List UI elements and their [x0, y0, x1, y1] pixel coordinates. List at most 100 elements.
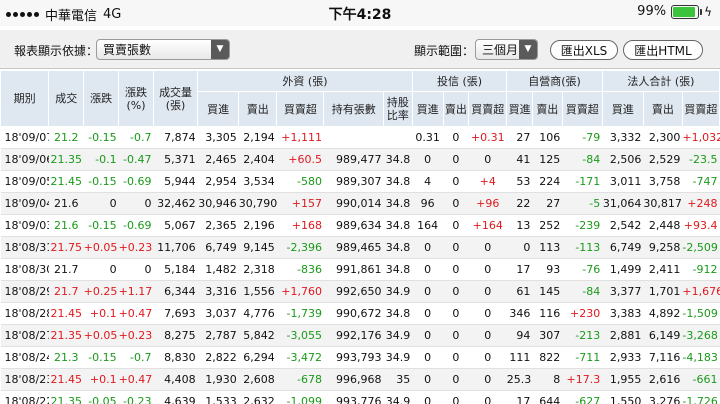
- cell-trust-net: 0: [468, 390, 507, 404]
- cell-total-buy: 2,881: [602, 324, 644, 347]
- table-row[interactable]: 18'08/23 21.45 +0.1 +0.47 4,408 1,930 2,608 -67…: [0, 368, 720, 391]
- export-xls-button[interactable]: 匯出XLS: [550, 40, 618, 60]
- header-total-buy: 買進: [601, 91, 644, 127]
- cell-total-net: -2,509: [682, 236, 720, 259]
- cell-dealer-buy: 94: [506, 324, 533, 347]
- cell-total-buy: 3,011: [602, 170, 644, 193]
- cell-total-net: -3,268: [682, 324, 720, 347]
- cell-period: 18'09/07: [0, 126, 49, 149]
- cell-dealer-sell: 106: [532, 126, 563, 149]
- cell-foreign-buy: 2,365: [197, 214, 239, 237]
- cell-dealer-sell: 125: [532, 148, 563, 171]
- cell-volume: 6,344: [153, 280, 198, 303]
- cell-total-net: +248: [682, 192, 720, 215]
- chevron-down-icon: ▼: [519, 40, 537, 59]
- cell-dealer-buy: 0: [506, 236, 533, 259]
- cell-trust-buy: 0: [412, 236, 444, 259]
- cell-dealer-net: -5: [562, 192, 603, 215]
- cell-total-sell: 3,758: [643, 170, 683, 193]
- cell-trust-net: +164: [468, 214, 507, 237]
- cell-foreign-buy: 3,316: [197, 280, 239, 303]
- cell-dealer-buy: 25.3: [506, 368, 533, 391]
- cell-change-pct: +0.23: [118, 324, 154, 347]
- report-basis-select[interactable]: 買賣張數 ▼: [96, 39, 230, 60]
- cell-trust-net: 0: [468, 346, 507, 369]
- cell-close: 21.45: [48, 302, 84, 325]
- cell-dealer-sell: 307: [532, 324, 563, 347]
- cell-trust-buy: 0.31: [412, 126, 444, 149]
- cell-foreign-buy: 1,930: [197, 368, 239, 391]
- cell-foreign-sell: 2,196: [238, 214, 277, 237]
- table-row[interactable]: 18'08/29 21.7 +0.25 +1.17 6,344 3,316 1,556 +1,…: [0, 280, 720, 303]
- header-dealer: 自營商(張): [506, 70, 603, 92]
- cell-total-net: -1,726: [682, 390, 720, 404]
- cell-foreign-net: -3,472: [276, 346, 324, 369]
- cell-trust-net: 0: [468, 280, 507, 303]
- table-row[interactable]: 18'08/24 21.3 -0.15 -0.7 8,830 2,822 6,294 -3,4…: [0, 346, 720, 369]
- cell-total-sell: 2,300: [643, 126, 683, 149]
- table-row[interactable]: 18'08/22 21.35 -0.05 -0.23 4,639 1,533 2,632 -1…: [0, 390, 720, 404]
- range-value: 三個月: [482, 43, 519, 57]
- cell-total-buy: 2,542: [602, 214, 644, 237]
- cell-foreign-holding: 989,307: [323, 170, 384, 193]
- battery-icon: [671, 4, 703, 19]
- cell-total-net: -747: [682, 170, 720, 193]
- header-foreign-net: 買賣超: [276, 91, 325, 127]
- cell-foreign-net: +168: [276, 214, 324, 237]
- cell-foreign-ratio: 34.9: [383, 280, 413, 303]
- cell-total-buy: 2,933: [602, 346, 644, 369]
- cell-dealer-sell: 93: [532, 258, 563, 281]
- cell-dealer-sell: 116: [532, 302, 563, 325]
- cell-change-pct: +0.47: [118, 302, 154, 325]
- cell-dealer-net: -84: [562, 148, 603, 171]
- table-row[interactable]: 18'08/30 21.7 0 0 5,184 1,482 2,318 -836 991,861…: [0, 258, 720, 281]
- cell-close: 21.7: [48, 280, 84, 303]
- cell-trust-buy: 0: [412, 368, 444, 391]
- cell-dealer-buy: 17: [506, 390, 533, 404]
- cell-period: 18'08/29: [0, 280, 49, 303]
- cell-change-pct: -0.23: [118, 390, 154, 404]
- table-row[interactable]: 18'08/31 21.75 +0.05 +0.23 11,706 6,749 9,145-…: [0, 236, 720, 259]
- table-row[interactable]: 18'09/05 21.45 -0.15 -0.69 5,944 2,954 3,534 -5…: [0, 170, 720, 193]
- header-total-sell: 賣出: [642, 91, 683, 127]
- cell-close: 21.45: [48, 170, 84, 193]
- cell-foreign-ratio: 34.8: [383, 236, 413, 259]
- cell-change-pct: -0.7: [118, 126, 154, 149]
- cell-trust-buy: 0: [412, 280, 444, 303]
- cell-change: +0.1: [83, 368, 119, 391]
- header-trust-sell: 賣出: [442, 91, 470, 127]
- cell-foreign-holding: 996,968: [323, 368, 384, 391]
- header-foreign-holding: 持有張數: [323, 91, 385, 127]
- chevron-down-icon: ▼: [211, 40, 229, 59]
- cell-foreign-buy: 2,465: [197, 148, 239, 171]
- cell-change: -0.05: [83, 390, 119, 404]
- cell-change-pct: 0: [118, 192, 154, 215]
- export-html-button[interactable]: 匯出HTML: [623, 40, 703, 60]
- table-row[interactable]: 18'09/03 21.6 -0.15 -0.69 5,067 2,365 2,196 +16…: [0, 214, 720, 237]
- table-row[interactable]: 18'08/28 21.45 +0.1 +0.47 7,693 3,037 4,776 -1,…: [0, 302, 720, 325]
- cell-period: 18'09/04: [0, 192, 49, 215]
- cell-dealer-sell: 113: [532, 236, 563, 259]
- cell-trust-net: 0: [468, 236, 507, 259]
- cell-trust-buy: 4: [412, 170, 444, 193]
- cell-total-sell: 7,116: [643, 346, 683, 369]
- table-row[interactable]: 18'09/04 21.6 0 0 32,462 30,946 30,790 +157 990,…: [0, 192, 720, 215]
- cell-dealer-buy: 22: [506, 192, 533, 215]
- cell-foreign-sell: 30,790: [238, 192, 277, 215]
- cell-foreign-net: -2,396: [276, 236, 324, 259]
- cell-volume: 4,408: [153, 368, 198, 391]
- cell-foreign-buy: 2,822: [197, 346, 239, 369]
- cell-trust-sell: 0: [443, 148, 469, 171]
- range-select[interactable]: 三個月 ▼: [475, 39, 538, 60]
- table-row[interactable]: 18'09/07 21.2 -0.15 -0.7 7,874 3,305 2,194 +1,1…: [0, 126, 720, 149]
- cell-total-net: +1,032: [682, 126, 720, 149]
- cell-trust-buy: 0: [412, 346, 444, 369]
- cell-trust-net: 0: [468, 258, 507, 281]
- cell-volume: 8,830: [153, 346, 198, 369]
- cell-trust-net: +0.31: [468, 126, 507, 149]
- table-row[interactable]: 18'08/27 21.35 +0.05 +0.23 8,275 2,787 5,842 -3…: [0, 324, 720, 347]
- cell-trust-sell: 0: [443, 258, 469, 281]
- cell-foreign-holding: 993,793: [323, 346, 384, 369]
- table-row[interactable]: 18'09/06 21.35 -0.1 -0.47 5,371 2,465 2,404 +60…: [0, 148, 720, 171]
- cell-period: 18'08/30: [0, 258, 49, 281]
